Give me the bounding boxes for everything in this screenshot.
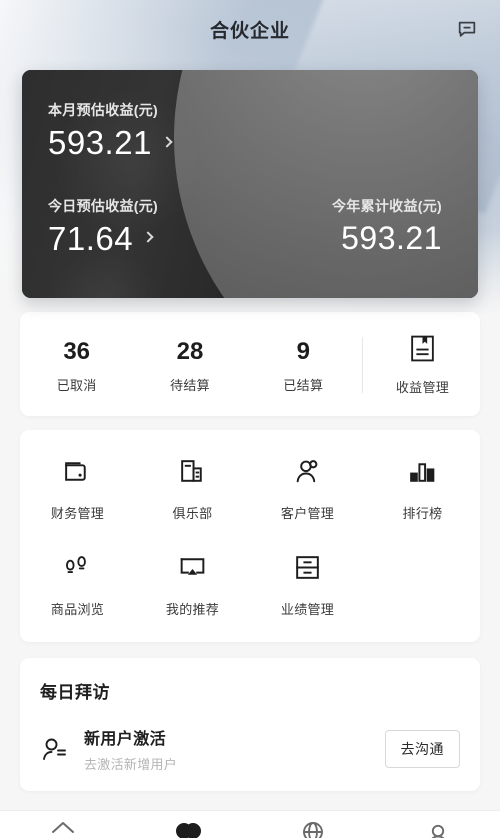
- stat-value: 36: [63, 337, 91, 365]
- feature-menu-card: 财务管理 俱乐部 客户管理 排行榜 商品浏览 我的推荐 业绩管理: [20, 430, 480, 642]
- earnings-management-button[interactable]: 收益管理: [365, 334, 480, 396]
- app-screen: 合伙企业 本月预估收益(元) 593.21 今日预估收益(元) 71.64 今年…: [0, 0, 500, 838]
- stat-settled[interactable]: 9 已结算: [247, 337, 360, 394]
- menu-item-label: 俱乐部: [172, 506, 213, 521]
- list-item[interactable]: 新用户激活 去激活新增用户 去沟通: [40, 725, 460, 773]
- today-earnings-value: 71.64: [48, 219, 134, 257]
- stat-label: 已取消: [56, 377, 97, 393]
- menu-item-label: 客户管理: [280, 506, 335, 521]
- menu-item-performance[interactable]: 业绩管理: [250, 552, 365, 618]
- stat-label: 待结算: [170, 377, 210, 393]
- stats-divider: [361, 337, 363, 393]
- menu-row-2: 商品浏览 我的推荐 业绩管理: [20, 552, 480, 618]
- earnings-hero-card[interactable]: 本月预估收益(元) 593.21 今日预估收益(元) 71.64 今年累计收益(…: [22, 70, 478, 298]
- settlement-stats-card: 36 已取消 28 待结算 9 已结算 收益管理: [20, 312, 480, 416]
- chevron-right-icon: [161, 136, 173, 148]
- stat-value: 9: [296, 337, 310, 365]
- month-earnings-value: 593.21: [48, 124, 152, 161]
- month-earnings-block[interactable]: 本月预估收益(元) 593.21: [48, 100, 452, 161]
- menu-item-label: 商品浏览: [50, 602, 105, 617]
- menu-row-1: 财务管理 俱乐部 客户管理 排行榜: [20, 456, 480, 522]
- today-earnings-label: 今日预估收益(元): [48, 197, 159, 214]
- page-title: 合伙企业: [209, 20, 290, 42]
- earnings-management-label: 收益管理: [395, 380, 450, 395]
- menu-item-placeholder: [365, 552, 480, 618]
- stat-cancelled[interactable]: 36 已取消: [20, 337, 133, 394]
- year-earnings-block: 今年累计收益(元) 593.21: [332, 196, 452, 257]
- tab-partners[interactable]: [125, 820, 250, 838]
- list-item-text: 新用户激活 去激活新增用户: [80, 725, 385, 773]
- today-earnings-block[interactable]: 今日预估收益(元) 71.64: [48, 196, 158, 257]
- airplay-icon: [177, 552, 208, 588]
- chevron-right-icon: [142, 231, 154, 244]
- message-bubble-icon[interactable]: [452, 14, 482, 44]
- app-header: 合伙企业: [0, 0, 500, 58]
- list-item-title: 新用户激活: [84, 731, 167, 748]
- menu-item-finance[interactable]: 财务管理: [20, 456, 135, 522]
- building-icon: [177, 456, 208, 492]
- menu-item-browse-products[interactable]: 商品浏览: [20, 552, 135, 618]
- footprints-icon: [62, 552, 93, 588]
- drawer-icon: [292, 552, 323, 588]
- month-earnings-label: 本月预估收益(元): [48, 102, 159, 118]
- tab-profile[interactable]: [375, 820, 500, 838]
- daily-visit-card: 每日拜访 新用户激活 去激活新增用户 去沟通: [20, 658, 480, 791]
- menu-item-label: 财务管理: [50, 506, 105, 521]
- bar-chart-icon: [407, 456, 438, 492]
- stat-value: 28: [176, 337, 204, 365]
- year-earnings-value: 593.21: [341, 219, 442, 256]
- menu-item-club[interactable]: 俱乐部: [135, 456, 250, 522]
- contact-button[interactable]: 去沟通: [384, 730, 460, 768]
- user-list-icon: [40, 734, 80, 764]
- menu-item-customer[interactable]: 客户管理: [250, 456, 365, 522]
- year-earnings-label: 今年累计收益(元): [331, 197, 442, 214]
- stat-label: 已结算: [283, 377, 324, 393]
- tab-discover[interactable]: [250, 820, 375, 838]
- wallet-icon: [62, 456, 93, 492]
- menu-item-leaderboard[interactable]: 排行榜: [365, 456, 480, 522]
- menu-item-my-recommendation[interactable]: 我的推荐: [135, 552, 250, 618]
- bottom-tab-bar: [0, 810, 500, 838]
- daily-visit-title: 每日拜访: [40, 683, 110, 702]
- menu-item-label: 我的推荐: [165, 602, 220, 617]
- user-icon: [292, 456, 323, 492]
- menu-item-label: 业绩管理: [280, 602, 335, 617]
- menu-item-label: 排行榜: [402, 506, 443, 521]
- list-item-subtitle: 去激活新增用户: [84, 757, 178, 772]
- book-bookmark-icon: [409, 334, 436, 368]
- tab-home[interactable]: [0, 820, 125, 838]
- stat-pending[interactable]: 28 待结算: [133, 337, 246, 394]
